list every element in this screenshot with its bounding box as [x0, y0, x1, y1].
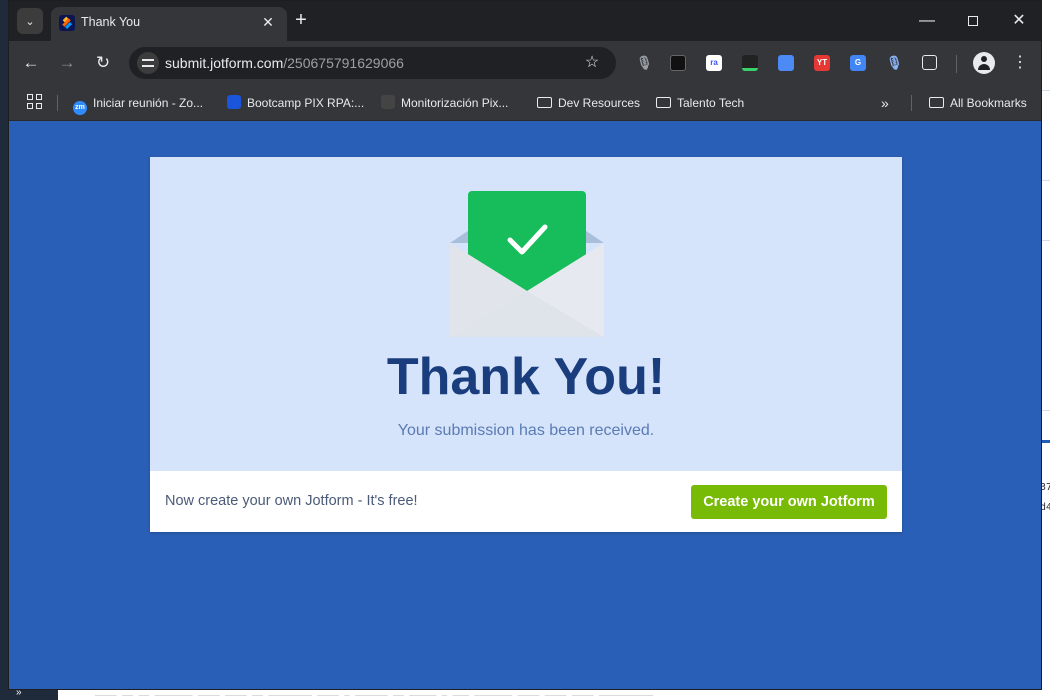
bookmark-bootcamp[interactable]: Bootcamp PIX RPA:...	[227, 93, 364, 113]
bootcamp-icon	[227, 95, 241, 109]
address-bar[interactable]: submit.jotform.com/250675791629066 ☆	[129, 47, 616, 79]
new-tab-button[interactable]: +	[289, 9, 313, 33]
bookmark-folder-talento-tech[interactable]: Talento Tech	[656, 93, 744, 113]
url-domain: submit.jotform.com	[165, 55, 284, 71]
reload-icon: ↻	[95, 53, 111, 72]
maximize-icon	[968, 15, 978, 26]
bookmark-folder-dev-resources[interactable]: Dev Resources	[537, 93, 640, 113]
background-divider	[1042, 240, 1050, 241]
background-divider	[1042, 90, 1050, 91]
url-path: /250675791629066	[283, 55, 404, 71]
bookmark-label: Bootcamp PIX RPA:...	[247, 96, 365, 110]
url-text: submit.jotform.com/250675791629066	[165, 55, 404, 71]
tab-title: Thank You	[81, 15, 141, 29]
bookmark-label: Monitorización Pix...	[401, 96, 509, 110]
more-bookmarks-chevron-icon[interactable]: »	[881, 93, 889, 113]
monitor-icon	[381, 95, 395, 109]
page-title: Thank You!	[386, 348, 666, 406]
back-button[interactable]: ←	[17, 49, 45, 77]
bookmark-zoom[interactable]: zm Iniciar reunión - Zo...	[73, 93, 204, 115]
page-subtitle: Your submission has been received.	[397, 422, 655, 439]
minimize-button[interactable]: —	[904, 7, 950, 35]
arrow-left-icon: ←	[22, 53, 40, 72]
tab-close-icon[interactable]: ✕	[259, 13, 277, 31]
extensions-puzzle-icon[interactable]	[922, 55, 937, 70]
reload-button[interactable]: ↻	[89, 49, 117, 77]
kebab-menu-icon[interactable]: ⋮	[1009, 52, 1031, 74]
promo-text: Now create your own Jotform - It's free!	[165, 493, 418, 509]
page-viewport: Thank You! Your submission has been rece…	[9, 122, 1041, 689]
all-bookmarks-label: All Bookmarks	[950, 96, 1027, 110]
folder-icon	[929, 97, 944, 108]
envelope-check-icon	[450, 191, 604, 337]
arrow-right-icon: →	[58, 53, 76, 72]
google-translate-icon[interactable]: G	[850, 55, 866, 71]
bookmark-star-icon[interactable]: ☆	[581, 52, 603, 74]
bookmark-monitorizacion[interactable]: Monitorización Pix...	[381, 93, 508, 113]
create-jotform-button[interactable]: Create your own Jotform	[691, 485, 887, 519]
card-footer: Now create your own Jotform - It's free!…	[150, 471, 902, 532]
bookmarks-bar: zm Iniciar reunión - Zo... Bootcamp PIX R…	[9, 85, 1041, 121]
extension-yt-icon[interactable]: YT	[814, 55, 830, 71]
browser-toolbar: ← → ↻ submit.jotform.com/250675791629066…	[9, 41, 1041, 85]
bookmark-label: Dev Resources	[558, 96, 641, 110]
browser-window: ⌄ Thank You ✕ + — ✕ ← → ↻ submit.jotform…	[8, 0, 1042, 690]
voice-extension-icon[interactable]: 🎙	[886, 55, 903, 71]
chevron-down-icon: ⌄	[25, 15, 35, 28]
desktop-left-edge	[0, 0, 8, 700]
zoom-icon: zm	[73, 101, 87, 115]
minimize-icon: —	[919, 12, 935, 29]
folder-icon	[656, 97, 671, 108]
tab-search-button[interactable]: ⌄	[17, 8, 43, 34]
profile-avatar-icon[interactable]	[973, 52, 995, 74]
background-divider	[1042, 410, 1050, 411]
tab-strip: ⌄ Thank You ✕ + — ✕	[9, 1, 1041, 41]
background-window-edge	[1042, 0, 1050, 700]
extension-ra-icon[interactable]: ra	[706, 55, 722, 71]
bookmark-label: Talento Tech	[677, 96, 745, 110]
bookmarks-divider	[911, 95, 912, 111]
site-info-icon[interactable]	[137, 52, 159, 74]
folder-icon	[537, 97, 552, 108]
apps-grid-icon[interactable]	[27, 94, 43, 110]
close-window-button[interactable]: ✕	[996, 7, 1041, 35]
extension-terminal-icon[interactable]	[742, 55, 758, 71]
extension-screen-icon[interactable]	[778, 55, 794, 71]
background-accent-bar	[1042, 440, 1050, 443]
close-icon: ✕	[1012, 12, 1026, 29]
tab-thank-you[interactable]: Thank You ✕	[51, 7, 287, 41]
forward-button[interactable]: →	[53, 49, 81, 77]
thank-you-card: Thank You! Your submission has been rece…	[150, 157, 902, 532]
maximize-button[interactable]	[950, 7, 996, 35]
bookmark-label: Iniciar reunión - Zo...	[93, 96, 204, 110]
extension-dark-icon[interactable]	[670, 55, 686, 71]
jotform-favicon-icon	[59, 15, 75, 31]
microphone-icon[interactable]: 🎙	[636, 55, 653, 71]
background-divider	[1042, 180, 1050, 181]
toolbar-divider	[956, 55, 957, 73]
all-bookmarks-folder[interactable]: All Bookmarks	[929, 93, 1027, 113]
bookmarks-divider	[57, 95, 58, 111]
